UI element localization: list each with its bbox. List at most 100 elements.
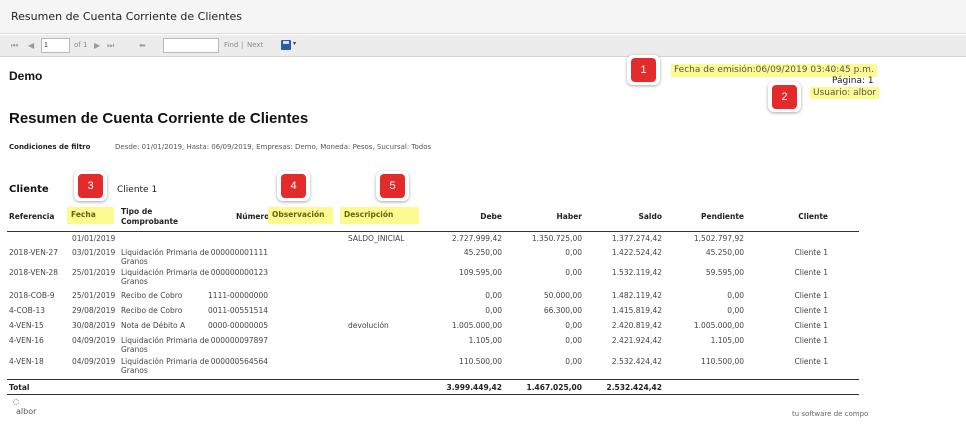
cell-numero: 000000097897	[210, 336, 268, 345]
cell-numero: 000000001111	[210, 248, 268, 257]
col-header-haber: Haber	[556, 212, 583, 221]
cell-tipo2: Granos	[121, 257, 148, 266]
export-dropdown-icon[interactable]: ▾	[293, 40, 296, 47]
col-header-pendiente: Pendiente	[701, 212, 744, 221]
cell-debe: 0,00	[485, 306, 502, 315]
report-page: Demo Fecha de emisión:06/09/2019 03:40:4…	[0, 55, 966, 447]
window-titlebar: Resumen de Cuenta Corriente de Clientes	[0, 0, 966, 34]
col-header-tipo-line2: Comprobante	[121, 217, 179, 226]
cell-fecha: 25/01/2019	[72, 268, 116, 277]
previous-page-icon[interactable]: ◀	[28, 40, 34, 51]
filter-conditions-label: Condiciones de filtro	[9, 143, 91, 151]
cell-fecha: 01/01/2019	[72, 234, 116, 243]
cell-numero: 000000564564	[210, 357, 268, 366]
cell-debe: 2.727.999,42	[451, 234, 502, 243]
client-label: Cliente	[9, 184, 49, 195]
find-next-link[interactable]: Next	[247, 41, 263, 49]
cell-pend: 0,00	[727, 306, 744, 315]
cell-saldo: 1.415.819,42	[611, 306, 662, 315]
cell-pend: 59.595,00	[705, 268, 744, 277]
cell-ref: 4-VEN-15	[9, 321, 44, 330]
callout-1-number: 1	[631, 58, 656, 82]
cell-cliente: Cliente 1	[794, 248, 828, 257]
cell-haber: 0,00	[565, 248, 582, 257]
cell-saldo: 2.421.924,42	[611, 336, 662, 345]
page-number-input[interactable]	[41, 38, 70, 53]
cell-ref: 2018-COB-9	[9, 291, 55, 300]
col-header-cliente: Cliente	[798, 212, 828, 221]
callout-5: 5	[376, 171, 409, 201]
callout-4: 4	[277, 171, 310, 201]
col-header-referencia: Referencia	[9, 212, 55, 221]
callout-2-number: 2	[772, 85, 797, 109]
cell-debe: 1.105,00	[468, 336, 502, 345]
report-viewer-toolbar: ⏮ ◀ of 1 ▶ ⏭ ⬅ Find | Next ▾	[0, 35, 966, 57]
cell-fecha: 04/09/2019	[72, 336, 116, 345]
cell-haber: 0,00	[565, 268, 582, 277]
cell-cliente: Cliente 1	[794, 291, 828, 300]
col-header-observacion: Observación	[268, 207, 333, 224]
cell-cliente: Cliente 1	[794, 306, 828, 315]
cell-haber: 66.300,00	[543, 306, 582, 315]
save-icon[interactable]	[281, 40, 291, 50]
cell-saldo: 1.482.119,42	[611, 291, 662, 300]
client-value: Cliente 1	[117, 185, 158, 195]
table-header-rule	[7, 231, 859, 232]
col-header-fecha: Fecha	[67, 207, 114, 224]
cell-tipo2: Granos	[121, 366, 148, 375]
company-name: Demo	[9, 69, 43, 83]
callout-4-number: 4	[281, 174, 306, 198]
cell-numero: 000000000123	[210, 268, 268, 277]
cell-tipo1: Recibo de Cobro	[121, 306, 183, 315]
cell-saldo: 1.377.274,42	[611, 234, 662, 243]
page-count-label: of 1	[74, 41, 88, 49]
cell-fecha: 25/01/2019	[72, 291, 116, 300]
cell-pend: 1.105,00	[710, 336, 744, 345]
find-link[interactable]: Find	[224, 41, 238, 49]
cell-haber: 0,00	[565, 357, 582, 366]
callout-2: 2	[768, 82, 801, 112]
cell-haber: 0,00	[565, 336, 582, 345]
cell-debe: 0,00	[485, 291, 502, 300]
cell-saldo: 1.422.524,42	[611, 248, 662, 257]
first-page-icon[interactable]: ⏮	[11, 40, 18, 51]
back-to-parent-icon[interactable]: ⬅	[139, 40, 146, 51]
callout-1: 1	[627, 55, 660, 85]
cell-obs: devolución	[348, 321, 389, 330]
cell-fecha: 03/01/2019	[72, 248, 116, 257]
col-header-descripcion: Descripción	[340, 207, 419, 224]
next-page-icon[interactable]: ▶	[94, 40, 100, 51]
cell-fecha: 29/08/2019	[72, 306, 116, 315]
cell-numero: 0000-00000005	[208, 321, 268, 330]
last-page-icon[interactable]: ⏭	[107, 40, 114, 51]
albor-logo-text: albor	[16, 407, 37, 416]
cell-fecha: 04/09/2019	[72, 357, 116, 366]
cell-pend: 1.502.797,92	[693, 234, 744, 243]
filter-conditions-value: Desde: 01/01/2019, Hasta: 06/09/2019, Em…	[115, 143, 432, 151]
cell-pend: 45.250,00	[705, 248, 744, 257]
col-header-debe: Debe	[480, 212, 502, 221]
cell-numero: 1111-00000000	[208, 291, 268, 300]
cell-ref: 2018-VEN-27	[9, 248, 59, 257]
cell-pend: 1.005.000,00	[693, 321, 744, 330]
footer-tagline: tu software de compo	[792, 410, 869, 418]
cell-tipo2: Granos	[121, 277, 148, 286]
find-text-input[interactable]	[163, 38, 219, 53]
cell-debe: 110.500,00	[459, 357, 502, 366]
cell-saldo: 2.420.819,42	[611, 321, 662, 330]
col-header-saldo: Saldo	[638, 212, 662, 221]
cell-saldo: 1.532.119,42	[611, 268, 662, 277]
total-label: Total	[9, 383, 30, 392]
cell-ref: 4-COB-13	[9, 306, 46, 315]
cell-debe: 45.250,00	[463, 248, 502, 257]
cell-debe: 1.005.000,00	[451, 321, 502, 330]
report-title: Resumen de Cuenta Corriente de Clientes	[9, 110, 309, 127]
cell-cliente: Cliente 1	[794, 268, 828, 277]
find-separator: |	[241, 41, 244, 49]
cell-haber: 0,00	[565, 321, 582, 330]
cell-desc: SALDO_INICIAL	[348, 234, 405, 243]
total-saldo: 2.532.424,42	[606, 383, 662, 392]
cell-pend: 0,00	[727, 291, 744, 300]
total-debe: 3.999.449,42	[446, 383, 502, 392]
cell-haber: 1.350.725,00	[531, 234, 582, 243]
